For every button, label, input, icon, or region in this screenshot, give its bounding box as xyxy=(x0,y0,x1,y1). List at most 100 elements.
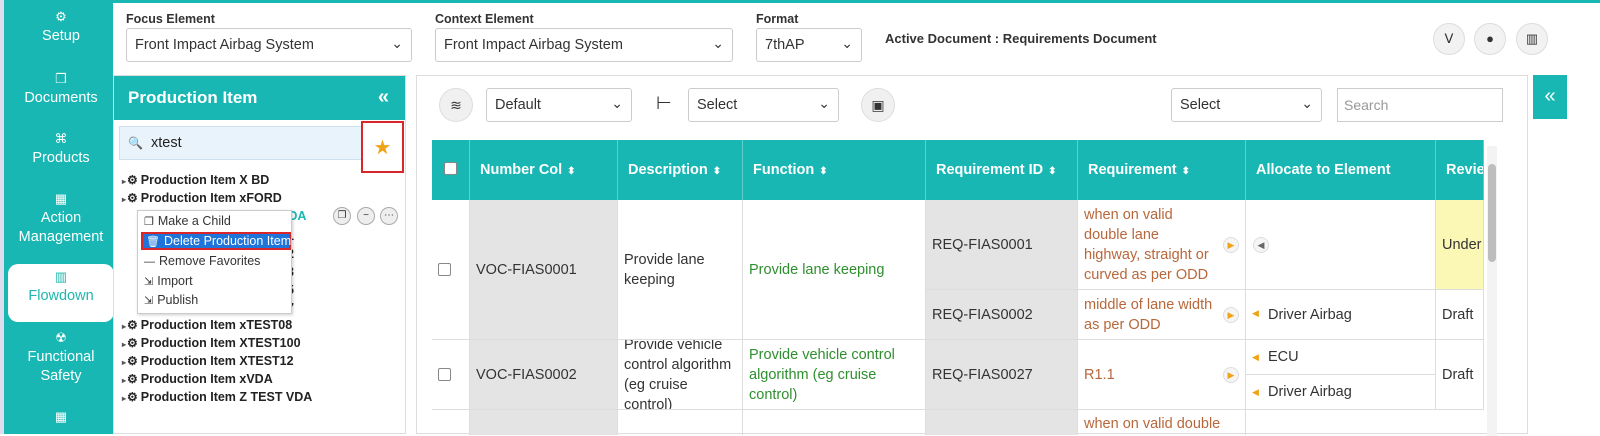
expand-icon[interactable]: ▸ xyxy=(122,177,126,186)
collapse-left-icon[interactable]: « xyxy=(378,86,389,109)
caret-right-icon[interactable]: ▶ xyxy=(1223,307,1239,323)
menu-item-remove-favorites[interactable]: — Remove Favorites xyxy=(144,254,260,272)
column-header[interactable]: Requirement ⬍ xyxy=(1078,140,1246,200)
flowdown-icon: ▥ xyxy=(54,269,68,284)
number-cell xyxy=(470,410,618,435)
import-icon: ⇲ xyxy=(144,276,154,288)
caret-left-icon[interactable]: ◀ xyxy=(1252,387,1259,398)
copy-icon: ❐ xyxy=(144,216,154,228)
description-cell: Provide vehicle control algorithm (eg cr… xyxy=(618,340,743,410)
tree-item[interactable]: ▸⚙ Production Item Z TEST VDA xyxy=(122,390,312,407)
requirement-id-cell: REQ-FIAS0002 xyxy=(926,290,1078,340)
expand-icon[interactable]: ▸ xyxy=(122,358,126,367)
allocate-cell[interactable]: Driver Airbag xyxy=(1246,290,1436,340)
view-select[interactable]: Default ⌄ xyxy=(486,88,632,122)
left-navigation: ⚙ Setup ❐ Documents ⌘ Products ▦ Action … xyxy=(0,0,114,434)
more-icon-button[interactable]: ⋯ xyxy=(380,207,398,225)
focus-element-value: Front Impact Airbag System xyxy=(135,37,314,53)
trash-icon: 🗑 xyxy=(146,236,160,248)
vine-icon-button[interactable]: ᐯ xyxy=(1433,23,1465,55)
tree-item[interactable]: ▸⚙ Production Item xVDA xyxy=(122,372,273,389)
tree-item[interactable]: ▸⚙ Production Item xFORD xyxy=(122,191,282,208)
hierarchy-icon[interactable]: ⊢ xyxy=(656,93,672,114)
nav-item-documents[interactable]: ❐ Documents xyxy=(8,72,114,108)
row-select[interactable] xyxy=(432,410,470,435)
menu-item-delete[interactable]: 🗑 Delete Production Item xyxy=(141,232,291,250)
layers-icon-button[interactable]: ≋ xyxy=(439,88,473,122)
minus-icon: − xyxy=(363,210,369,221)
column-header[interactable]: Review xyxy=(1436,140,1484,200)
tree-item[interactable]: ▸⚙ Production Item XTEST100 xyxy=(122,336,301,353)
nav-item-action-management[interactable]: ▦ Action Management xyxy=(8,192,114,247)
panel-title: Production Item xyxy=(128,88,258,107)
column-header[interactable]: Number Col ⬍ xyxy=(470,140,618,200)
focus-element-label: Focus Element xyxy=(126,12,215,26)
row-checkbox[interactable] xyxy=(438,263,451,276)
row-select[interactable] xyxy=(432,340,470,410)
column-header[interactable]: Function ⬍ xyxy=(743,140,926,200)
format-select[interactable]: 7thAP ⌄ xyxy=(756,28,862,62)
caret-left-icon[interactable]: ◀ xyxy=(1252,308,1259,319)
nav-item-more[interactable]: ▦ xyxy=(8,410,114,427)
menu-item-import[interactable]: ⇲ Import xyxy=(144,274,193,292)
scrollbar-thumb[interactable] xyxy=(1488,164,1496,262)
expand-icon[interactable]: ▸ xyxy=(122,322,126,331)
tree-item[interactable]: ▸⚙ Production Item X BD xyxy=(122,173,269,190)
vertical-scrollbar[interactable] xyxy=(1487,146,1497,436)
allocate-cell[interactable]: ECU xyxy=(1246,340,1436,375)
caret-left-icon[interactable]: ◀ xyxy=(1252,352,1259,363)
top-bar: Focus Element Front Impact Airbag System… xyxy=(113,0,1600,70)
image-icon-button[interactable]: ▣ xyxy=(861,88,895,122)
expand-icon[interactable]: ▸ xyxy=(122,394,126,403)
nav-item-setup[interactable]: ⚙ Setup xyxy=(8,10,114,46)
chevron-down-icon: ⌄ xyxy=(391,35,403,51)
minus-icon: — xyxy=(144,256,155,268)
expand-icon[interactable]: ▸ xyxy=(122,340,126,349)
column-header[interactable]: Requirement ID ⬍ xyxy=(926,140,1078,200)
flow-select[interactable]: Select ⌄ xyxy=(688,88,839,122)
menu-item-publish[interactable]: ⇲ Publish xyxy=(144,293,198,311)
nav-item-products[interactable]: ⌘ Products xyxy=(8,132,114,168)
row-checkbox[interactable] xyxy=(438,368,451,381)
building-icon: ▦ xyxy=(54,409,68,424)
sort-icon: ⬍ xyxy=(1181,166,1191,177)
row-select[interactable] xyxy=(432,200,470,340)
format-label: Format xyxy=(756,12,799,26)
tree-item[interactable]: ▸⚙ Production Item xTEST08 xyxy=(122,318,292,335)
header-select-all[interactable] xyxy=(432,140,470,200)
nav-item-functional-safety[interactable]: ☢ Functional Safety xyxy=(8,331,114,386)
expand-icon[interactable]: ▸ xyxy=(122,376,126,385)
chart-icon-button[interactable]: ▥ xyxy=(1516,23,1548,55)
caret-right-icon[interactable]: ▶ xyxy=(1223,237,1239,253)
minus-icon-button[interactable]: − xyxy=(357,207,375,225)
filter-select[interactable]: Select ⌄ xyxy=(1171,88,1322,122)
favorite-button[interactable]: ★ xyxy=(361,121,404,173)
copy-icon-button[interactable]: ❐ xyxy=(333,207,351,225)
search-input[interactable]: Search xyxy=(1337,88,1503,122)
allocate-cell[interactable]: Driver Airbag xyxy=(1246,375,1436,410)
sort-icon: ⬍ xyxy=(567,166,576,177)
menu-item-make-child[interactable]: ❐ Make a Child xyxy=(144,214,231,232)
production-item-search[interactable]: 🔍 xtest xyxy=(119,126,362,160)
chevron-down-icon: ⌄ xyxy=(712,35,724,51)
focus-element-select[interactable]: Front Impact Airbag System ⌄ xyxy=(126,28,412,62)
context-element-select[interactable]: Front Impact Airbag System ⌄ xyxy=(435,28,733,62)
collapse-right-panel-button[interactable]: « xyxy=(1533,75,1567,119)
documents-icon: ❐ xyxy=(55,71,67,86)
double-chevron-left-icon: « xyxy=(1544,85,1556,107)
chevron-down-icon: ⌄ xyxy=(1301,95,1313,111)
column-header[interactable]: Allocate to Element xyxy=(1246,140,1436,200)
requirement-cell: when on valid double xyxy=(1078,410,1246,435)
caret-left-icon[interactable]: ◀ xyxy=(1253,237,1269,253)
expand-icon[interactable]: ▸ xyxy=(122,195,126,204)
drop-icon-button[interactable]: ● xyxy=(1474,23,1506,55)
requirement-id-cell: REQ-FIAS0027 xyxy=(926,340,1078,410)
column-header[interactable]: Description ⬍ xyxy=(618,140,743,200)
select-all-checkbox[interactable] xyxy=(444,162,457,175)
nav-label: Flowdown xyxy=(28,288,94,304)
nav-item-flowdown[interactable]: ▥ Flowdown xyxy=(8,264,114,322)
caret-right-icon[interactable]: ▶ xyxy=(1223,367,1239,383)
nav-label: Functional Safety xyxy=(27,349,95,384)
function-cell: Provide lane keeping xyxy=(743,200,926,340)
tree-item[interactable]: ▸⚙ Production Item XTEST12 xyxy=(122,354,294,371)
